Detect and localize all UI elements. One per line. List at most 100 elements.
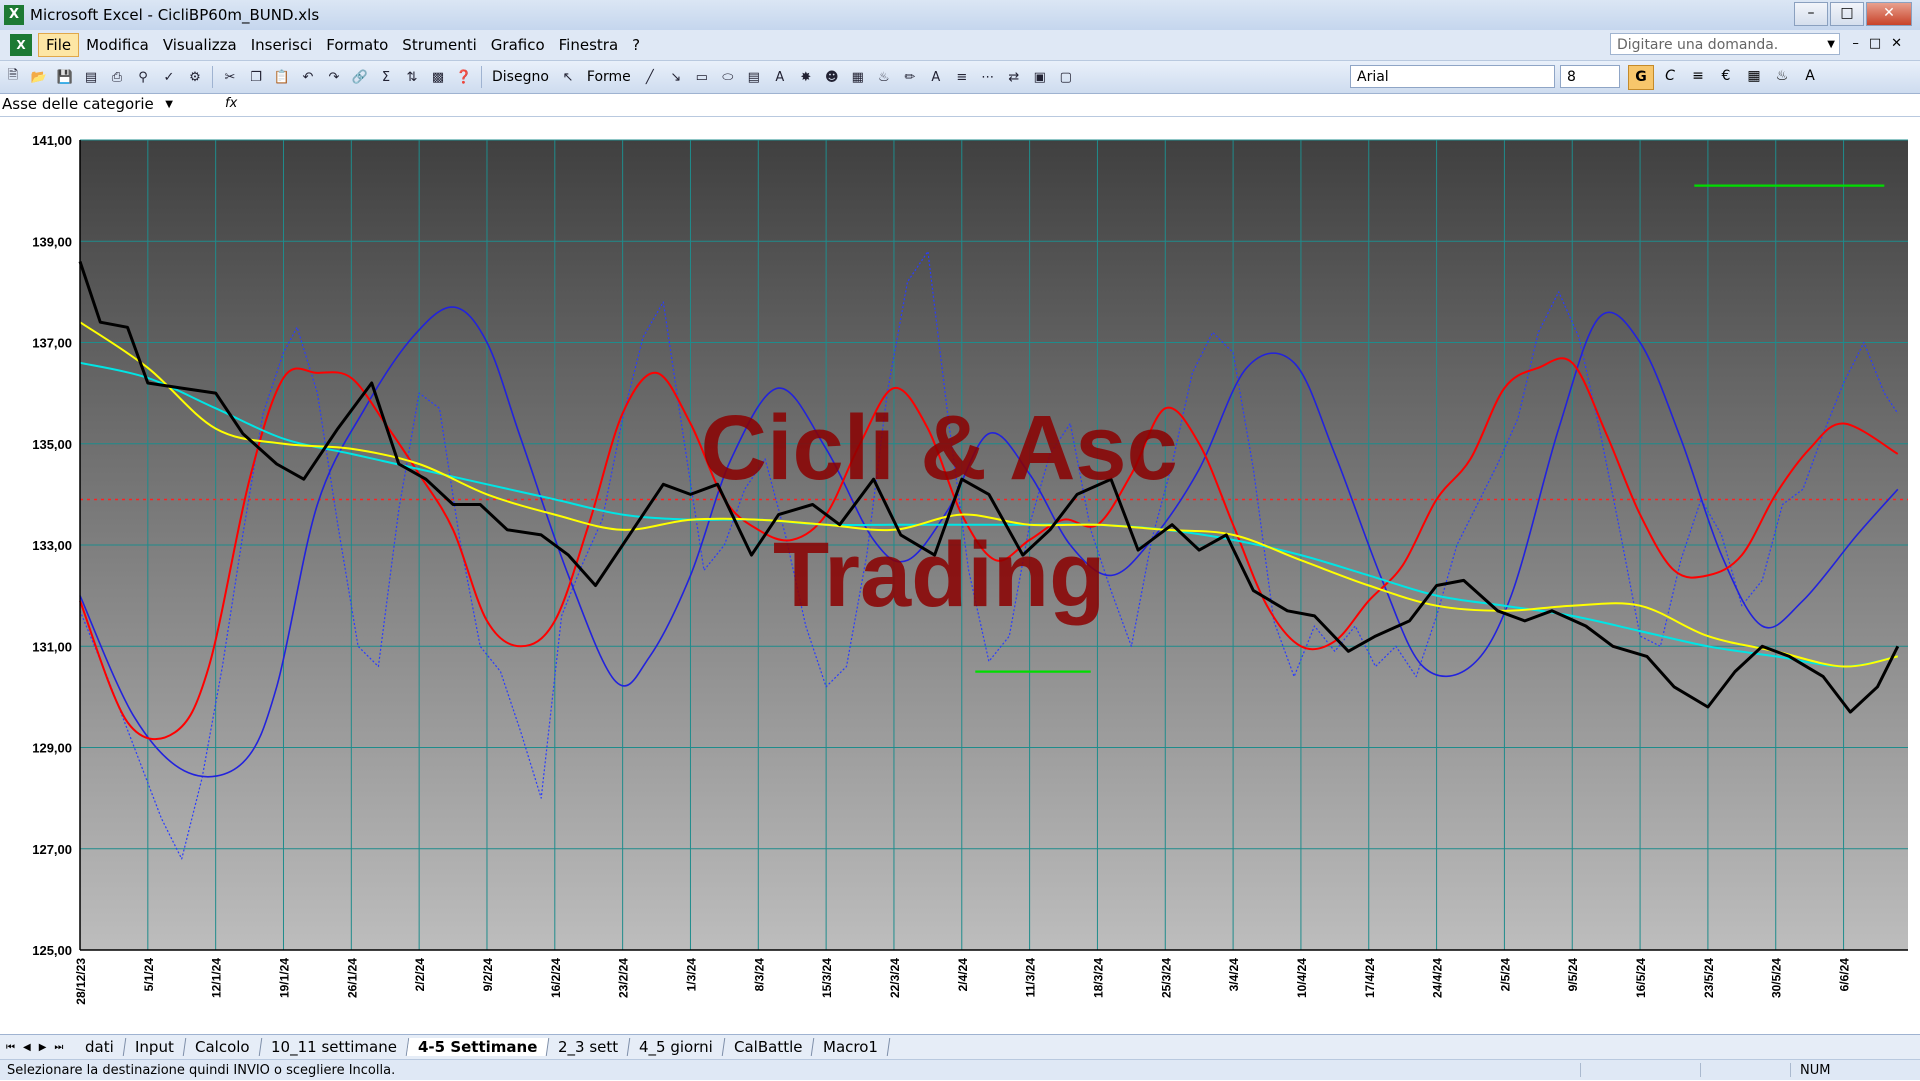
save-icon[interactable]: 💾 xyxy=(54,66,76,88)
line-icon[interactable]: ╱ xyxy=(639,66,661,88)
window-title: Microsoft Excel - CicliBP60m_BUND.xls xyxy=(30,6,320,24)
autoshapes-menu[interactable]: Forme xyxy=(587,69,631,85)
new-icon[interactable]: 🗎 xyxy=(2,66,24,88)
x-tick-label: 2/2/24 xyxy=(413,958,427,992)
cut-icon[interactable]: ✂ xyxy=(219,66,241,88)
open-icon[interactable]: 📂 xyxy=(28,66,50,88)
last-tab-icon[interactable]: ⏭ xyxy=(54,1042,63,1053)
print-icon[interactable]: ⎙ xyxy=(106,66,128,88)
font-name-select[interactable]: Arial xyxy=(1350,65,1555,88)
font-size-select[interactable]: 8 xyxy=(1560,65,1620,88)
undo-icon[interactable]: ↶ xyxy=(297,66,319,88)
redo-icon[interactable]: ↷ xyxy=(323,66,345,88)
prev-tab-icon[interactable]: ◀ xyxy=(23,1042,31,1053)
menu-inserisci[interactable]: Inserisci xyxy=(244,34,320,56)
tab-input[interactable]: Input xyxy=(123,1038,187,1056)
picture-icon[interactable]: ▦ xyxy=(847,66,869,88)
menu-modifica[interactable]: Modifica xyxy=(79,34,156,56)
name-box[interactable]: Asse delle categorie ▼ xyxy=(0,94,177,115)
y-tick-label: 133,00 xyxy=(32,538,72,553)
diagram-icon[interactable]: ✸ xyxy=(795,66,817,88)
line-color-icon[interactable]: ✏ xyxy=(899,66,921,88)
autosum-icon[interactable]: Σ xyxy=(375,66,397,88)
oval-icon[interactable]: ⬭ xyxy=(717,66,739,88)
function-icon[interactable]: fx xyxy=(225,96,237,111)
window-titlebar: X Microsoft Excel - CicliBP60m_BUND.xls … xyxy=(0,0,1920,30)
3d-icon[interactable]: ▢ xyxy=(1055,66,1077,88)
y-tick-label: 137,00 xyxy=(32,336,72,351)
tab-macro1[interactable]: Macro1 xyxy=(812,1038,891,1056)
minimize-button[interactable]: – xyxy=(1794,2,1828,26)
tab-calcolo[interactable]: Calcolo xyxy=(183,1038,262,1056)
permission-icon[interactable]: ▤ xyxy=(80,66,102,88)
font-color-icon[interactable]: A xyxy=(925,66,947,88)
tab-label: Calcolo xyxy=(195,1038,250,1056)
menu-formato[interactable]: Formato xyxy=(319,34,395,56)
tab-label: dati xyxy=(85,1038,115,1056)
menu-file[interactable]: File xyxy=(38,33,80,57)
fill-color-icon[interactable]: ♨ xyxy=(873,66,895,88)
tab-label: 4-5 Settimane xyxy=(417,1038,537,1056)
chevron-down-icon[interactable]: ▼ xyxy=(165,94,173,115)
paste-icon[interactable]: 📋 xyxy=(271,66,293,88)
tab-dati[interactable]: dati xyxy=(74,1038,127,1056)
tab-calbattle[interactable]: CalBattle xyxy=(722,1038,815,1056)
chevron-down-icon[interactable]: ▼ xyxy=(1827,34,1835,56)
x-tick-label: 3/4/24 xyxy=(1227,958,1241,992)
document-window-controls[interactable]: –□✕ xyxy=(1852,36,1912,51)
research-icon[interactable]: ⚙ xyxy=(184,66,206,88)
workbook-icon[interactable]: X xyxy=(10,34,32,56)
status-divider xyxy=(1700,1063,1701,1077)
maximize-button[interactable]: □ xyxy=(1830,2,1864,26)
spelling-icon[interactable]: ✓ xyxy=(158,66,180,88)
tab-label: 10_11 settimane xyxy=(270,1038,397,1056)
tab-navigation[interactable]: ⏮ ◀ ▶ ⏭ xyxy=(6,1042,63,1053)
align-icon[interactable]: ≡ xyxy=(1686,65,1710,88)
italic-button[interactable]: C xyxy=(1658,65,1682,88)
euro-icon[interactable]: € xyxy=(1714,65,1738,88)
tab-label: CalBattle xyxy=(733,1038,803,1056)
print-preview-icon[interactable]: ⚲ xyxy=(132,66,154,88)
arrow-icon[interactable]: ↘ xyxy=(665,66,687,88)
x-tick-label: 9/2/24 xyxy=(481,958,495,992)
chart-wizard-icon[interactable]: ▩ xyxy=(427,66,449,88)
fill-color-icon[interactable]: ♨ xyxy=(1770,65,1794,88)
y-tick-label: 127,00 xyxy=(32,842,72,857)
font-color-icon[interactable]: A xyxy=(1798,65,1822,88)
textbox-icon[interactable]: ▤ xyxy=(743,66,765,88)
menu-finestra[interactable]: Finestra xyxy=(552,34,626,56)
arrow-style-icon[interactable]: ⇄ xyxy=(1003,66,1025,88)
sort-icon[interactable]: ⇅ xyxy=(401,66,423,88)
x-tick-label: 17/4/24 xyxy=(1363,958,1377,998)
borders-icon[interactable]: ▦ xyxy=(1742,65,1766,88)
menu-visualizza[interactable]: Visualizza xyxy=(156,34,244,56)
wordart-icon[interactable]: A xyxy=(769,66,791,88)
x-tick-label: 2/5/24 xyxy=(1498,958,1512,992)
chart-area[interactable]: Cicli & Asc Trading 141,00 139,00 137,00 135… xyxy=(0,117,1920,1033)
drawing-menu[interactable]: Disegno xyxy=(492,69,549,85)
tab-2-3-sett[interactable]: 2_3 sett xyxy=(546,1038,631,1056)
rectangle-icon[interactable]: ▭ xyxy=(691,66,713,88)
tab-label: 2_3 sett xyxy=(557,1038,619,1056)
bold-button[interactable]: G xyxy=(1628,65,1654,90)
chart-svg[interactable]: Cicli & Asc Trading 141,00 139,00 137,00 135… xyxy=(0,117,1920,1033)
tab-label: 4_5 giorni xyxy=(639,1038,713,1056)
first-tab-icon[interactable]: ⏮ xyxy=(6,1042,15,1053)
tab-10-11-settimane[interactable]: 10_11 settimane xyxy=(259,1038,409,1056)
copy-icon[interactable]: ❐ xyxy=(245,66,267,88)
shadow-icon[interactable]: ▣ xyxy=(1029,66,1051,88)
help-icon[interactable]: ❓ xyxy=(453,66,475,88)
dash-style-icon[interactable]: ⋯ xyxy=(977,66,999,88)
help-question-input[interactable]: Digitare una domanda. ▼ xyxy=(1610,33,1840,55)
next-tab-icon[interactable]: ▶ xyxy=(39,1042,47,1053)
select-objects-icon[interactable]: ↖ xyxy=(557,66,579,88)
tab-4-5-giorni[interactable]: 4_5 giorni xyxy=(627,1038,726,1056)
tab-4-5-settimane[interactable]: 4-5 Settimane xyxy=(406,1038,550,1056)
menu-help[interactable]: ? xyxy=(625,34,647,56)
line-style-icon[interactable]: ≡ xyxy=(951,66,973,88)
clipart-icon[interactable]: ☻ xyxy=(821,66,843,88)
close-button[interactable]: ✕ xyxy=(1866,2,1912,26)
hyperlink-icon[interactable]: 🔗 xyxy=(349,66,371,88)
menu-strumenti[interactable]: Strumenti xyxy=(395,34,483,56)
menu-grafico[interactable]: Grafico xyxy=(484,34,552,56)
